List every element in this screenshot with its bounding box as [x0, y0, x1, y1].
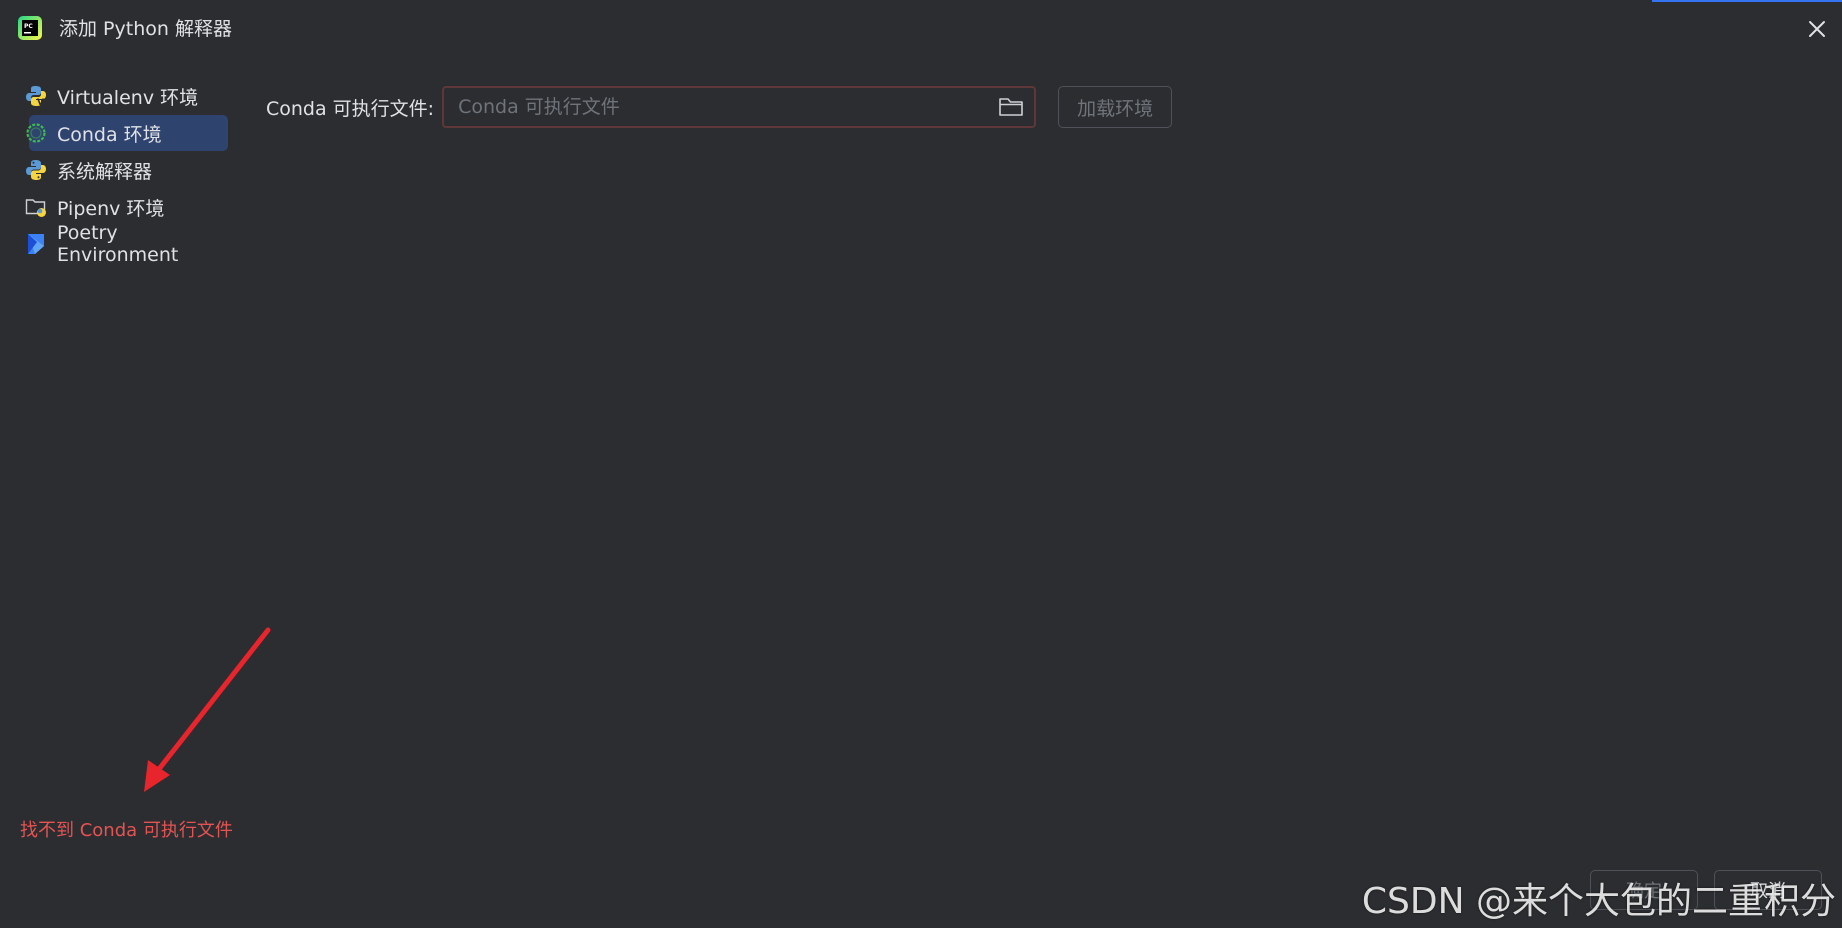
sidebar-item-label: Pipenv 环境 — [57, 197, 165, 220]
sidebar-item-label: Conda 环境 — [57, 123, 162, 146]
cancel-button[interactable]: 取消 — [1714, 870, 1822, 910]
title-bar: PC 添加 Python 解释器 — [0, 0, 1842, 58]
dialog-title: 添加 Python 解释器 — [59, 18, 232, 40]
load-environments-button[interactable]: 加载环境 — [1058, 86, 1173, 128]
sidebar-item-virtualenv[interactable]: V Virtualenv 环境 — [18, 78, 233, 114]
add-interpreter-dialog: PC 添加 Python 解释器 V Virtualenv 环境 Conda 环… — [0, 0, 1842, 928]
conda-icon — [25, 122, 47, 144]
python-icon — [25, 159, 47, 181]
sidebar-item-system-interpreter[interactable]: 系统解释器 — [18, 152, 233, 188]
sidebar-item-label: 系统解释器 — [57, 160, 153, 183]
sidebar-item-label: Virtualenv 环境 — [57, 86, 199, 109]
ok-button[interactable]: 确定 — [1590, 870, 1698, 910]
conda-executable-row: Conda 可执行文件: 加载环境 — [266, 86, 1173, 128]
sidebar-item-poetry[interactable]: Poetry Environment — [18, 222, 233, 266]
annotation-arrow — [144, 627, 271, 792]
dialog-buttons: 确定 取消 — [1590, 870, 1822, 910]
virtualenv-icon: V — [25, 85, 47, 107]
folder-icon[interactable] — [998, 96, 1024, 118]
poetry-icon — [25, 233, 47, 255]
interpreter-type-list: V Virtualenv 环境 Conda 环境 系统解释器 Pipenv 环境… — [18, 78, 233, 266]
sidebar-item-label: Poetry Environment — [57, 222, 179, 266]
pycharm-icon: PC — [18, 16, 42, 40]
sidebar-item-pipenv[interactable]: Pipenv 环境 — [18, 189, 233, 225]
conda-executable-field — [442, 86, 1037, 128]
error-message: 找不到 Conda 可执行文件 — [20, 820, 233, 841]
sidebar-item-conda[interactable]: Conda 环境 — [26, 115, 228, 151]
pipenv-folder-icon — [25, 196, 47, 218]
conda-executable-label: Conda 可执行文件: — [266, 97, 435, 120]
svg-text:PC: PC — [24, 23, 33, 30]
conda-executable-input[interactable] — [444, 87, 999, 127]
close-icon[interactable] — [1806, 18, 1828, 40]
svg-text:V: V — [37, 98, 44, 107]
